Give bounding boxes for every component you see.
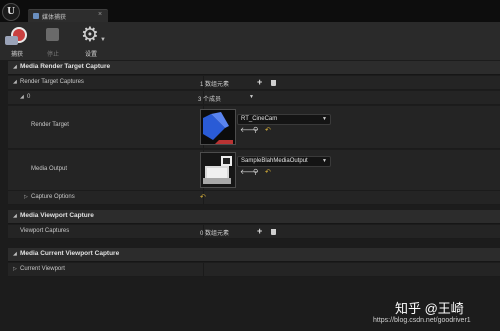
details-panel: ◢ Media Render Target Capture ◢ Render T… <box>0 60 500 331</box>
render-target-row: Render Target RT_CineCam ▼ 🡐 ⚲ ↶ <box>8 106 500 149</box>
category-title: Media Viewport Capture <box>20 212 94 219</box>
add-element-icon[interactable]: + <box>257 227 262 236</box>
expand-arrow-icon[interactable]: ▷ <box>13 266 17 272</box>
category-media-viewport-capture[interactable]: ◢ Media Viewport Capture <box>8 210 500 224</box>
stop-button[interactable]: 停止 <box>38 23 68 59</box>
trash-icon[interactable] <box>271 80 276 86</box>
chevron-down-icon: ▼ <box>322 116 327 122</box>
array-members-count: 3 个成员 <box>198 97 222 103</box>
category-media-current-viewport-capture[interactable]: ◢ Media Current Viewport Capture <box>8 248 500 262</box>
search-icon[interactable]: ⚲ <box>253 169 258 176</box>
render-target-preview-icon <box>201 110 235 144</box>
expand-arrow-icon[interactable]: ◢ <box>13 79 17 85</box>
render-target-captures-row: ◢ Render Target Captures 1 数组元素 + <box>8 76 500 90</box>
settings-button[interactable]: ⚙ ▼ 设置 <box>76 23 106 59</box>
media-output-preview-icon <box>201 153 235 187</box>
media-output-thumbnail[interactable] <box>200 152 236 188</box>
stop-label: 停止 <box>46 52 59 58</box>
reset-to-default-icon[interactable]: ↶ <box>265 169 271 176</box>
viewport-captures-row: Viewport Captures 0 数组元素 + <box>8 225 500 239</box>
viewport-captures-label: Viewport Captures <box>20 228 70 234</box>
unreal-logo-icon: U <box>2 3 20 21</box>
collapse-arrow-icon: ◢ <box>13 213 17 219</box>
media-output-value: SampleBlahMediaOutput <box>241 158 308 164</box>
array-index-label: 0 <box>27 94 31 100</box>
render-target-value: RT_CineCam <box>241 116 278 122</box>
media-output-combo[interactable]: SampleBlahMediaOutput ▼ <box>237 156 331 167</box>
add-element-icon[interactable]: + <box>257 78 262 87</box>
capture-label: 捕获 <box>10 52 23 58</box>
expand-arrow-icon[interactable]: ▷ <box>24 194 28 200</box>
camera-icon <box>5 36 18 45</box>
settings-label: 设置 <box>84 52 97 58</box>
media-output-label: Media Output <box>31 166 68 172</box>
tab-close-icon[interactable]: × <box>98 11 102 18</box>
reset-to-default-icon[interactable]: ↶ <box>200 194 206 201</box>
current-viewport-row: ▷ Current Viewport <box>8 263 500 277</box>
chevron-down-icon: ▼ <box>322 158 327 164</box>
members-dropdown-icon[interactable]: ▼ <box>249 94 254 100</box>
capture-button[interactable]: 捕获 <box>2 23 32 59</box>
category-title: Media Current Viewport Capture <box>20 250 120 257</box>
media-capture-tab-icon <box>33 13 39 19</box>
watermark-text: 知乎 @王崎 <box>395 301 464 316</box>
reset-to-default-icon[interactable]: ↶ <box>265 127 271 134</box>
category-title: Media Render Target Capture <box>20 63 111 70</box>
toolbar: 捕获 停止 ⚙ ▼ 设置 <box>0 22 500 61</box>
render-target-captures-label: Render Target Captures <box>20 79 84 85</box>
viewport-captures-count: 0 数组元素 <box>200 231 230 237</box>
render-target-label: Render Target <box>31 122 69 128</box>
watermark-url: https://blog.csdn.net/goodriver1 <box>373 317 471 324</box>
array-element-row: ◢ 0 3 个成员 ▼ <box>8 91 500 105</box>
render-target-combo[interactable]: RT_CineCam ▼ <box>237 114 331 125</box>
tab-media-capture[interactable]: 媒体捕获 × <box>28 9 108 23</box>
capture-options-label: Capture Options <box>31 194 75 200</box>
chevron-down-icon: ▼ <box>100 37 106 43</box>
category-media-render-target-capture[interactable]: ◢ Media Render Target Capture <box>8 61 500 75</box>
gear-icon: ⚙ <box>81 24 99 46</box>
render-target-thumbnail[interactable] <box>200 109 236 145</box>
capture-options-row: ▷ Capture Options ↶ <box>8 191 500 205</box>
tab-label: 媒体捕获 <box>42 15 67 21</box>
expand-arrow-icon[interactable]: ◢ <box>20 94 24 100</box>
collapse-arrow-icon: ◢ <box>13 64 17 70</box>
search-icon[interactable]: ⚲ <box>253 127 258 134</box>
collapse-arrow-icon: ◢ <box>13 251 17 257</box>
trash-icon[interactable] <box>271 229 276 235</box>
current-viewport-label: Current Viewport <box>20 266 65 272</box>
stop-icon <box>46 28 59 41</box>
title-bar: U 媒体捕获 × <box>0 0 500 23</box>
render-target-captures-count: 1 数组元素 <box>200 82 230 88</box>
media-output-row: Media Output SampleBlahMediaOutput ▼ 🡐 ⚲… <box>8 150 500 191</box>
column-divider <box>203 263 204 276</box>
